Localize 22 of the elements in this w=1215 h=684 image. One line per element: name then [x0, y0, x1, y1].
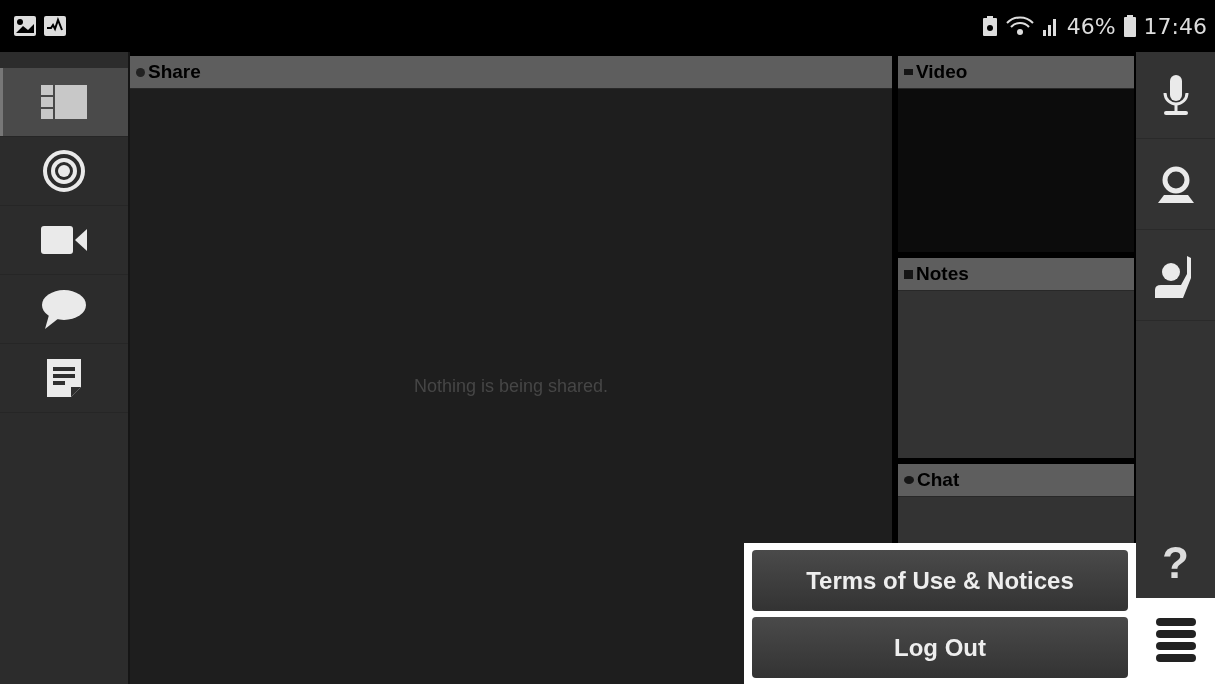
battery-saver-icon: [982, 16, 997, 36]
wifi-icon: [1004, 15, 1035, 37]
target-icon: [42, 149, 86, 193]
menu-item[interactable]: Terms of Use & Notices: [752, 550, 1128, 611]
clock-time: 17:46: [1143, 13, 1207, 39]
webcam-icon: [1157, 165, 1194, 203]
menu-button[interactable]: [1136, 598, 1215, 684]
panel-title: Share: [148, 61, 201, 83]
panel-title: Chat: [917, 469, 960, 492]
menu-icon: [1155, 618, 1196, 664]
menu-item[interactable]: Log Out: [752, 617, 1128, 678]
layout-icon: [41, 85, 87, 119]
panel-title: Notes: [916, 263, 969, 286]
battery-percent: 46%: [1066, 13, 1116, 39]
panel-title: Video: [916, 61, 968, 83]
signal-icon: [1042, 16, 1059, 36]
video-camera-icon: [41, 226, 87, 254]
battery-icon: [1123, 15, 1136, 37]
picture-icon: [14, 16, 36, 36]
sidebar-item[interactable]: [0, 68, 128, 137]
microphone-icon: [1161, 75, 1190, 115]
pulse-icon: [44, 16, 66, 36]
